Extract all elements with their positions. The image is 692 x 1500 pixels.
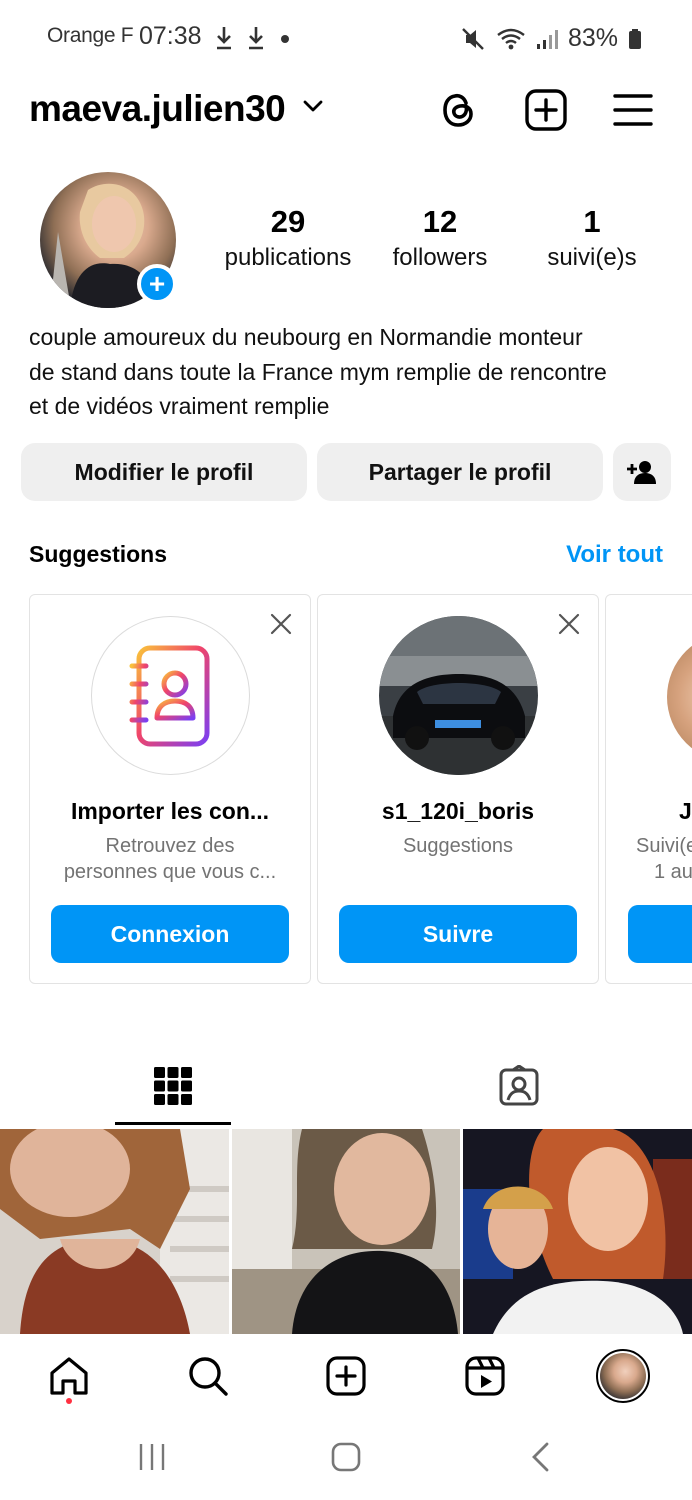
notification-icons bbox=[214, 25, 292, 51]
grid-icon bbox=[154, 1067, 192, 1105]
subtitle-line: Suggestions bbox=[402, 835, 514, 857]
tab-posts-grid[interactable] bbox=[115, 1045, 231, 1127]
suggestion-card-user: s1_120i_boris Suggestions Suivre bbox=[317, 594, 599, 984]
status-bar: Orange F 07:38 83% bbox=[0, 0, 692, 74]
see-all-link[interactable]: Voir tout bbox=[566, 541, 663, 569]
threads-icon[interactable] bbox=[437, 88, 481, 132]
wifi-icon bbox=[497, 28, 525, 49]
create-post-icon[interactable] bbox=[524, 88, 568, 132]
recent-apps-icon[interactable] bbox=[136, 1442, 168, 1472]
tagged-icon bbox=[499, 1065, 539, 1106]
suggestion-avatar[interactable] bbox=[667, 632, 692, 762]
system-navigation bbox=[0, 1420, 692, 1500]
close-icon[interactable] bbox=[556, 611, 582, 637]
notification-dot bbox=[66, 1398, 72, 1404]
dot-icon bbox=[281, 35, 289, 43]
nav-search[interactable] bbox=[184, 1352, 232, 1400]
connect-contacts-button[interactable]: Connexion bbox=[51, 905, 289, 963]
stat-publications[interactable]: 29 publications bbox=[216, 204, 360, 272]
search-icon bbox=[189, 1357, 228, 1396]
profile-avatar bbox=[600, 1353, 646, 1399]
create-icon bbox=[326, 1356, 366, 1396]
profile-tabs bbox=[0, 1045, 692, 1127]
suggestion-name[interactable]: s1_120i_boris bbox=[318, 798, 598, 825]
stat-label: suivi(e)s bbox=[547, 244, 637, 271]
home-button-icon[interactable] bbox=[330, 1441, 362, 1473]
edit-profile-button[interactable]: Modifier le profil bbox=[21, 443, 307, 501]
follow-button[interactable]: Suivre bbox=[339, 905, 577, 963]
subtitle-line: Suivi(e bbox=[636, 835, 692, 857]
tab-tagged[interactable] bbox=[461, 1045, 577, 1127]
download-icon bbox=[249, 27, 263, 50]
bio-line: de stand dans toute la France mym rempli… bbox=[29, 358, 607, 385]
stat-following[interactable]: 1 suivi(e)s bbox=[532, 204, 652, 272]
chevron-down-icon[interactable] bbox=[302, 98, 324, 114]
suggestion-subtitle: Suivi(e 1 au bbox=[636, 833, 692, 885]
suggestion-subtitle: Retrouvez des personnes que vous c... bbox=[30, 833, 310, 885]
stat-value: 29 bbox=[270, 204, 306, 239]
battery-icon bbox=[629, 28, 641, 49]
profile-header: maeva.julien30 bbox=[0, 82, 692, 138]
post-thumbnail[interactable] bbox=[232, 1129, 460, 1334]
stat-followers[interactable]: 12 followers bbox=[380, 204, 500, 272]
reels-icon bbox=[465, 1356, 505, 1396]
stat-value: 1 bbox=[583, 204, 601, 239]
carrier-name: Orange F bbox=[47, 24, 134, 47]
profile-bio: couple amoureux du neubourg en Normandie… bbox=[29, 320, 669, 424]
stat-value: 12 bbox=[422, 204, 458, 239]
post-thumbnail[interactable] bbox=[0, 1129, 229, 1334]
system-icons: 83% bbox=[460, 24, 642, 53]
suggestion-avatar[interactable] bbox=[379, 616, 538, 775]
mute-icon bbox=[462, 27, 484, 50]
contacts-book-icon bbox=[129, 645, 209, 746]
stat-label: followers bbox=[392, 244, 488, 271]
bottom-navigation bbox=[0, 1334, 692, 1420]
suggestion-card-user-partial: J Suivi(e 1 au bbox=[605, 594, 692, 984]
follow-button[interactable] bbox=[628, 905, 692, 963]
suggestion-name: Importer les con... bbox=[70, 798, 270, 824]
suggestion-name[interactable]: J bbox=[679, 798, 692, 825]
add-story-button[interactable]: + bbox=[137, 264, 177, 304]
suggestion-card-import-contacts: Importer les con... Retrouvez des person… bbox=[29, 594, 311, 984]
clock: 07:38 bbox=[139, 22, 202, 50]
bio-line: et de vidéos vraiment remplie bbox=[29, 393, 330, 419]
suggestions-title: Suggestions bbox=[29, 541, 168, 567]
battery-percent: 83% bbox=[567, 24, 618, 52]
posts-grid bbox=[0, 1129, 692, 1334]
close-icon[interactable] bbox=[268, 611, 294, 637]
profile-avatar-container[interactable]: + bbox=[40, 172, 177, 308]
discover-people-button[interactable] bbox=[613, 443, 671, 501]
account-switcher-username[interactable]: maeva.julien30 bbox=[29, 88, 286, 130]
back-icon[interactable] bbox=[527, 1441, 553, 1473]
signal-icon bbox=[536, 29, 558, 49]
stat-label: publications bbox=[224, 244, 352, 271]
contacts-icon-circle bbox=[91, 616, 250, 775]
post-thumbnail[interactable] bbox=[463, 1129, 692, 1334]
active-tab-indicator bbox=[115, 1122, 231, 1125]
subtitle-line: personnes que vous c... bbox=[63, 861, 277, 883]
suggestion-subtitle: Suggestions bbox=[318, 833, 598, 859]
nav-profile[interactable] bbox=[596, 1349, 650, 1403]
nav-reels[interactable] bbox=[461, 1352, 509, 1400]
download-icon bbox=[217, 27, 231, 50]
home-icon bbox=[50, 1357, 88, 1395]
share-profile-button[interactable]: Partager le profil bbox=[317, 443, 603, 501]
subtitle-line: Retrouvez des bbox=[105, 835, 235, 857]
nav-home[interactable] bbox=[45, 1352, 93, 1400]
bio-line: couple amoureux du neubourg en Normandie… bbox=[29, 324, 583, 350]
nav-create[interactable] bbox=[322, 1352, 370, 1400]
add-person-icon bbox=[627, 461, 656, 484]
subtitle-line: 1 au bbox=[654, 861, 692, 883]
menu-icon[interactable] bbox=[611, 88, 655, 132]
